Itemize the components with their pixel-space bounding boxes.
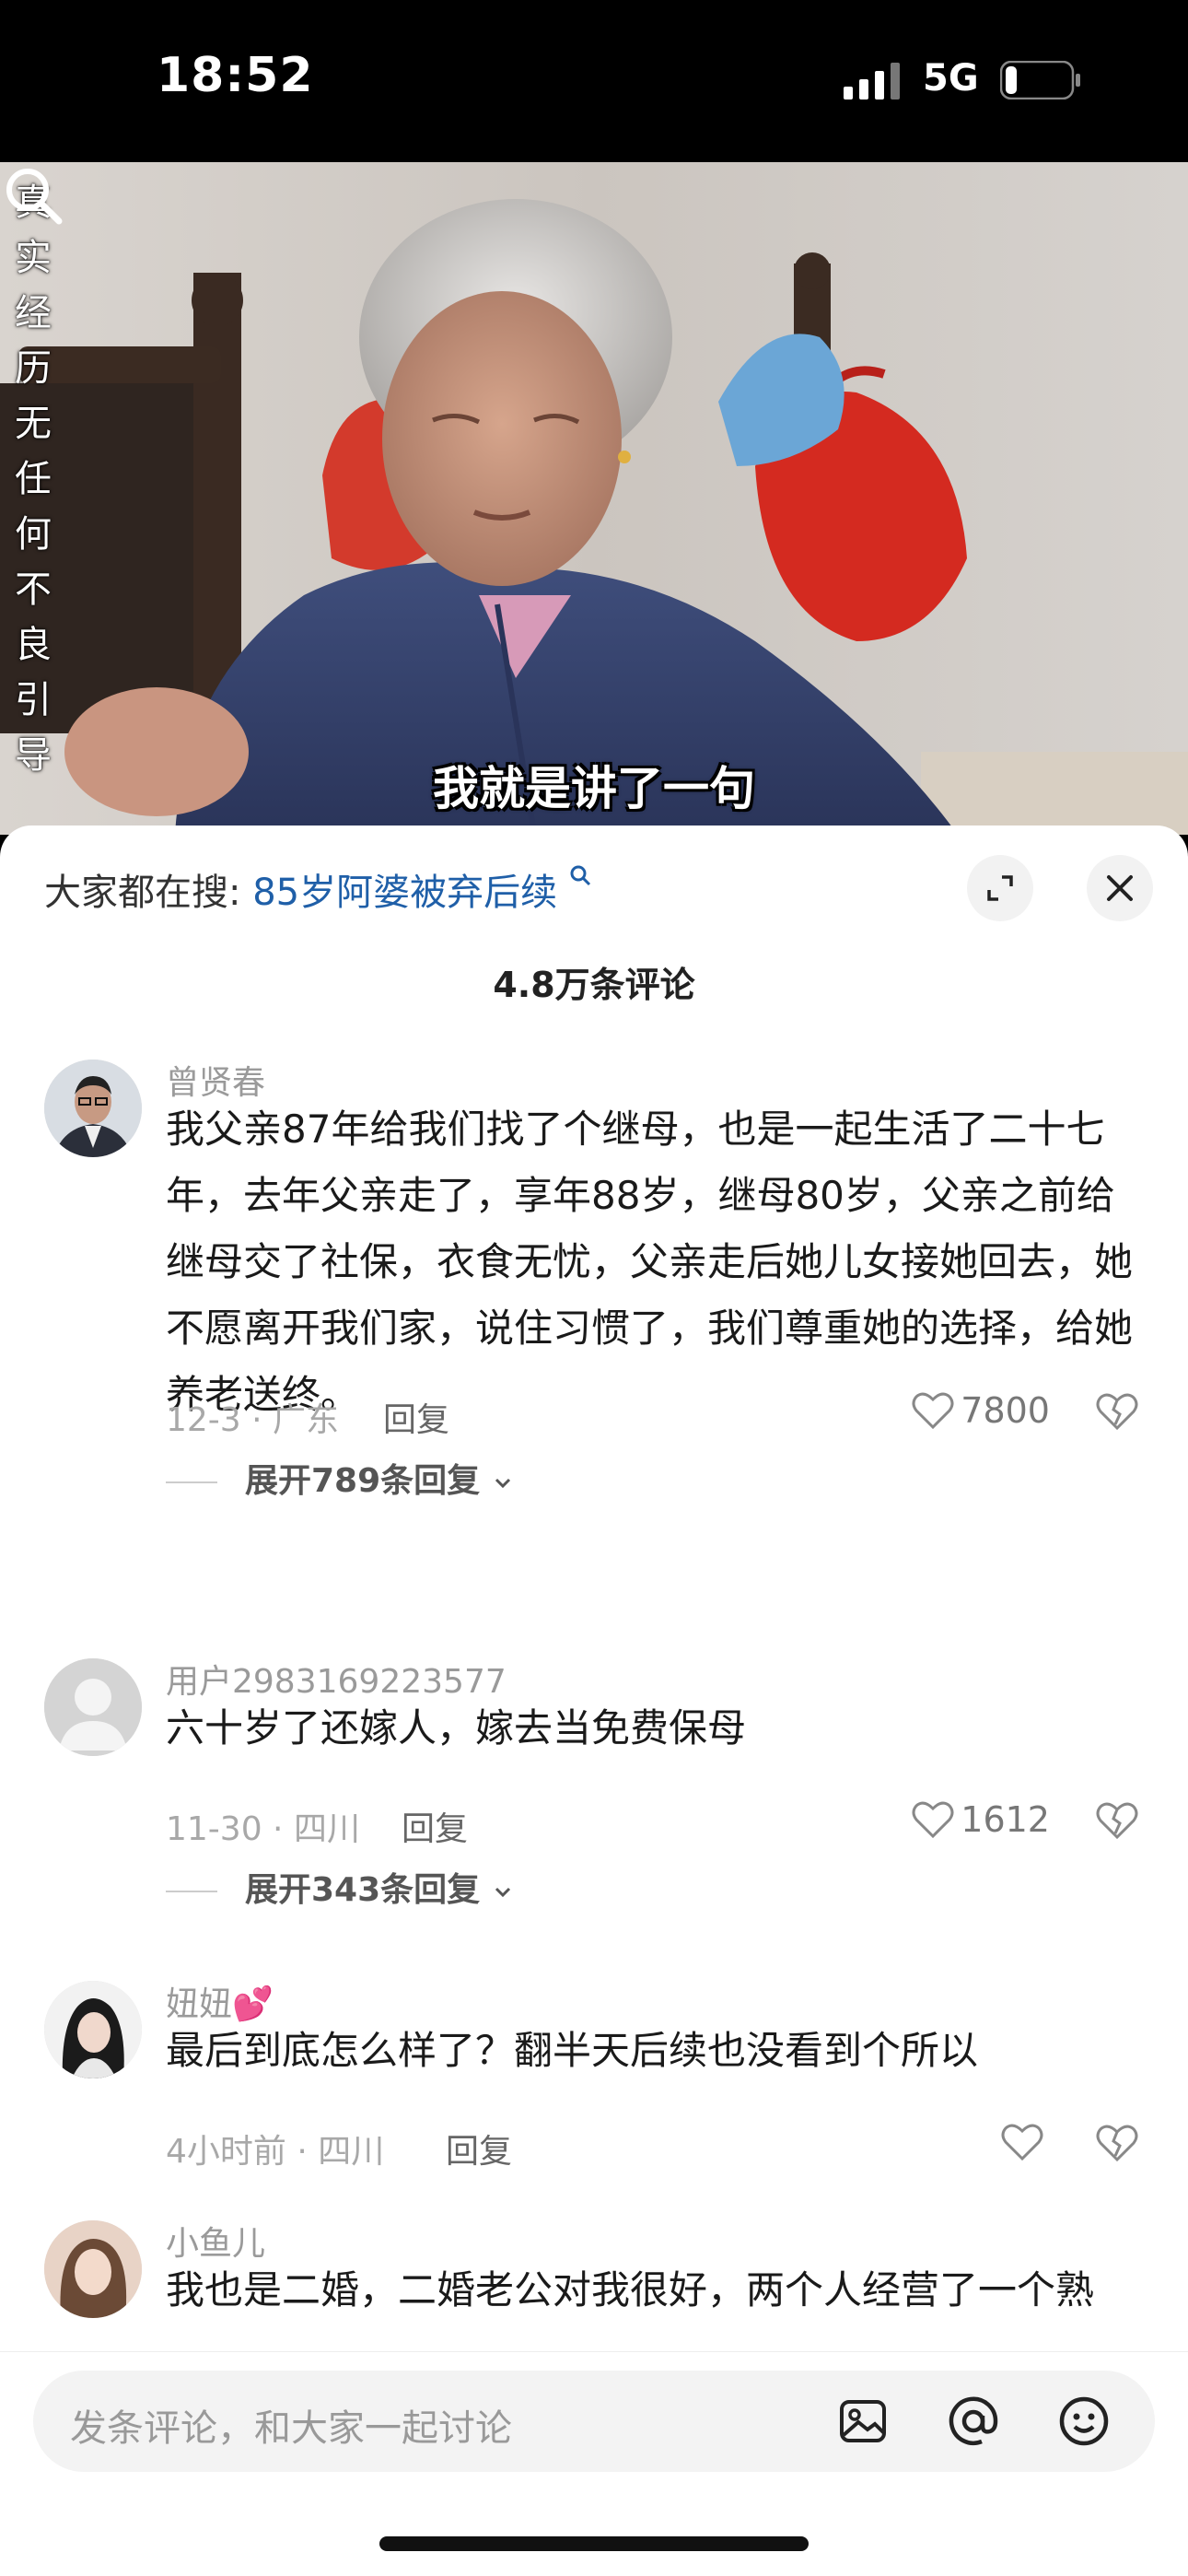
heart-icon <box>1001 2124 1043 2161</box>
comment-count: 4.8万条评论 <box>493 965 695 1005</box>
avatar-image <box>44 1981 142 2078</box>
caption-char: 无 <box>15 403 52 445</box>
expand-icon <box>987 875 1013 901</box>
like-button[interactable]: 7800 <box>911 1386 1050 1435</box>
caption-char: 引 <box>15 679 52 721</box>
at-icon[interactable] <box>945 2393 1002 2450</box>
heart-icon <box>912 1392 954 1430</box>
comment-text: 我也是二婚，二婚老公对我很好，两个人经营了一个熟 <box>166 2267 1095 2313</box>
like-count: 1612 <box>961 1799 1050 1840</box>
comment-item: 妞妞💕 最后到底怎么样了？翻半天后续也没看到个所以 4小时前 · 四川 回复 <box>0 1977 1188 2171</box>
caption-char: 良 <box>15 624 52 666</box>
comment-item: 小鱼儿 我也是二婚，二婚老公对我很好，两个人经营了一个熟 <box>0 2217 1188 2364</box>
reply-button[interactable]: 回复 <box>383 1393 449 1441</box>
vertical-caption: 真 实 经 历 无 任 何 不 良 引 导 <box>13 175 53 783</box>
comment-text: 六十岁了还嫁人，嫁去当免费保母 <box>166 1705 747 1751</box>
divider <box>166 1891 217 1892</box>
caption-char: 实 <box>15 237 52 279</box>
caption-char: 任 <box>15 458 52 500</box>
expand-replies-label: 展开789条回复 <box>245 1462 481 1500</box>
reply-button[interactable]: 回复 <box>402 1802 468 1850</box>
divider <box>166 1481 217 1483</box>
emoji-icon[interactable] <box>1055 2393 1112 2450</box>
caption-char: 不 <box>15 568 52 611</box>
expand-replies-label: 展开343条回复 <box>245 1871 481 1909</box>
avatar-image <box>44 1060 142 1157</box>
video-subtitle: 我就是讲了一句 <box>433 762 755 815</box>
search-term[interactable]: 85岁阿婆被弃后续 <box>252 872 557 914</box>
image-icon[interactable] <box>834 2393 891 2450</box>
search-icon[interactable] <box>0 162 66 228</box>
like-count: 7800 <box>961 1390 1050 1431</box>
status-time: 18:52 <box>157 48 314 103</box>
status-bar: 18:52 5G <box>0 0 1188 162</box>
comment-text: 我父亲87年给我们找了个继母，也是一起生活了二十七年，去年父亲走了，享年88岁，… <box>166 1107 1134 1417</box>
heart-break-icon[interactable] <box>1094 1798 1140 1841</box>
caption-char: 何 <box>15 513 52 556</box>
video-player[interactable]: 真 实 经 历 无 任 何 不 良 引 导 我就是讲了一句 <box>0 162 1188 835</box>
reply-button[interactable]: 回复 <box>446 2125 512 2172</box>
comment-item: 用户2983169223577 六十岁了还嫁人，嫁去当免费保母 11-30 · … <box>0 1655 1188 1909</box>
search-suggestion[interactable]: 大家都在搜: 85岁阿婆被弃后续 <box>44 862 593 916</box>
avatar-image <box>44 2220 142 2318</box>
comment-meta: 12-3 · 广东 <box>166 1401 340 1439</box>
caption-char: 历 <box>15 347 52 390</box>
avatar[interactable] <box>44 1981 142 2078</box>
close-button[interactable] <box>1087 855 1153 921</box>
chevron-down-icon <box>495 1478 510 1489</box>
comments-sheet: 大家都在搜: 85岁阿婆被弃后续 4.8万条评论 曾贤春 我父亲87年给我们找了… <box>0 825 1188 2576</box>
expand-replies-button[interactable]: 展开789条回复 <box>166 1454 514 1502</box>
expand-button[interactable] <box>967 855 1033 921</box>
chevron-down-icon <box>495 1887 510 1898</box>
like-button[interactable] <box>1000 2117 1050 2167</box>
search-icon <box>570 865 590 886</box>
comment-input-bar: 发条评论，和大家一起讨论 <box>0 2351 1188 2576</box>
close-icon <box>1107 875 1133 901</box>
comment-input-placeholder: 发条评论，和大家一起讨论 <box>70 2407 512 2450</box>
video-frame <box>0 162 1188 835</box>
home-indicator[interactable] <box>379 2536 809 2551</box>
network-label: 5G <box>923 57 979 100</box>
search-prefix: 大家都在搜: <box>44 872 241 914</box>
avatar-image <box>44 1658 142 1756</box>
signal-icon <box>844 63 900 100</box>
like-button[interactable]: 1612 <box>911 1795 1050 1844</box>
heart-break-icon[interactable] <box>1094 1389 1140 1432</box>
heart-icon <box>912 1801 954 1839</box>
avatar[interactable] <box>44 1658 142 1756</box>
heart-break-icon[interactable] <box>1094 2121 1140 2163</box>
battery-icon <box>1000 61 1080 100</box>
caption-char: 经 <box>15 292 52 334</box>
comment-input[interactable]: 发条评论，和大家一起讨论 <box>33 2371 1155 2472</box>
comment-item: 曾贤春 我父亲87年给我们找了个继母，也是一起生活了二十七年，去年父亲走了，享年… <box>0 1056 1188 1500</box>
expand-replies-button[interactable]: 展开343条回复 <box>166 1863 514 1911</box>
comment-meta: 11-30 · 四川 <box>166 1810 360 1848</box>
avatar[interactable] <box>44 1060 142 1157</box>
avatar[interactable] <box>44 2220 142 2318</box>
comment-text: 最后到底怎么样了？翻半天后续也没看到个所以 <box>166 2028 979 2073</box>
comment-meta: 4小时前 · 四川 <box>166 2133 385 2171</box>
